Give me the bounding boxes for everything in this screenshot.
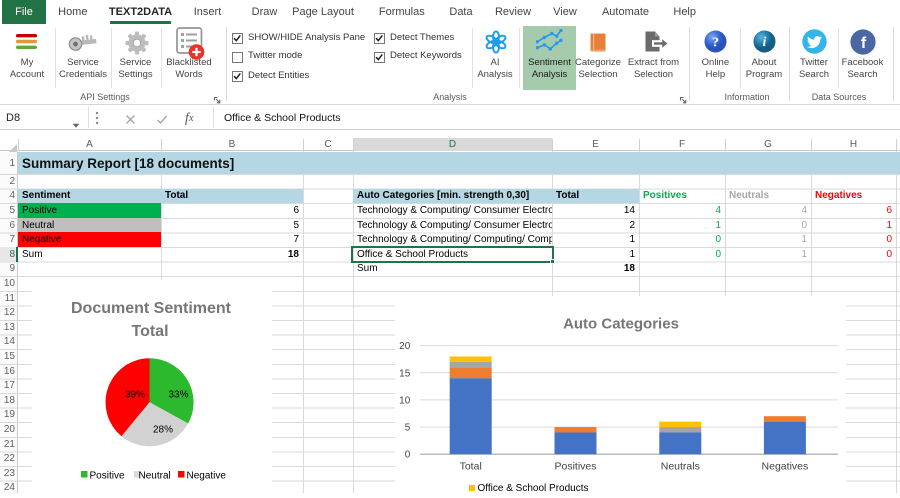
svg-text:Positives: Positives bbox=[554, 461, 596, 473]
svg-text:15: 15 bbox=[399, 368, 411, 379]
svg-text:28%: 28% bbox=[153, 425, 173, 436]
svg-text:10: 10 bbox=[399, 395, 411, 406]
svg-text:?: ? bbox=[712, 36, 719, 51]
svg-text:Positive: Positive bbox=[90, 471, 125, 482]
svg-text:Negative: Negative bbox=[187, 471, 227, 482]
svg-text:20: 20 bbox=[399, 341, 411, 352]
svg-text:Total: Total bbox=[460, 461, 482, 473]
svg-text:Negatives: Negatives bbox=[762, 461, 809, 473]
svg-text:39%: 39% bbox=[125, 390, 145, 401]
svg-text:Document Sentiment: Document Sentiment bbox=[71, 300, 232, 317]
svg-text:33%: 33% bbox=[168, 390, 188, 401]
svg-text:f: f bbox=[861, 35, 867, 52]
svg-text:Office & School Products: Office & School Products bbox=[478, 483, 589, 493]
svg-text:Neutrals: Neutrals bbox=[661, 461, 700, 473]
svg-text:5: 5 bbox=[405, 423, 411, 434]
svg-text:Total: Total bbox=[131, 323, 168, 340]
svg-text:Neutral: Neutral bbox=[139, 471, 171, 482]
svg-text:0: 0 bbox=[405, 450, 411, 461]
svg-text:i: i bbox=[763, 35, 767, 50]
svg-text:Auto Categories: Auto Categories bbox=[563, 316, 679, 333]
